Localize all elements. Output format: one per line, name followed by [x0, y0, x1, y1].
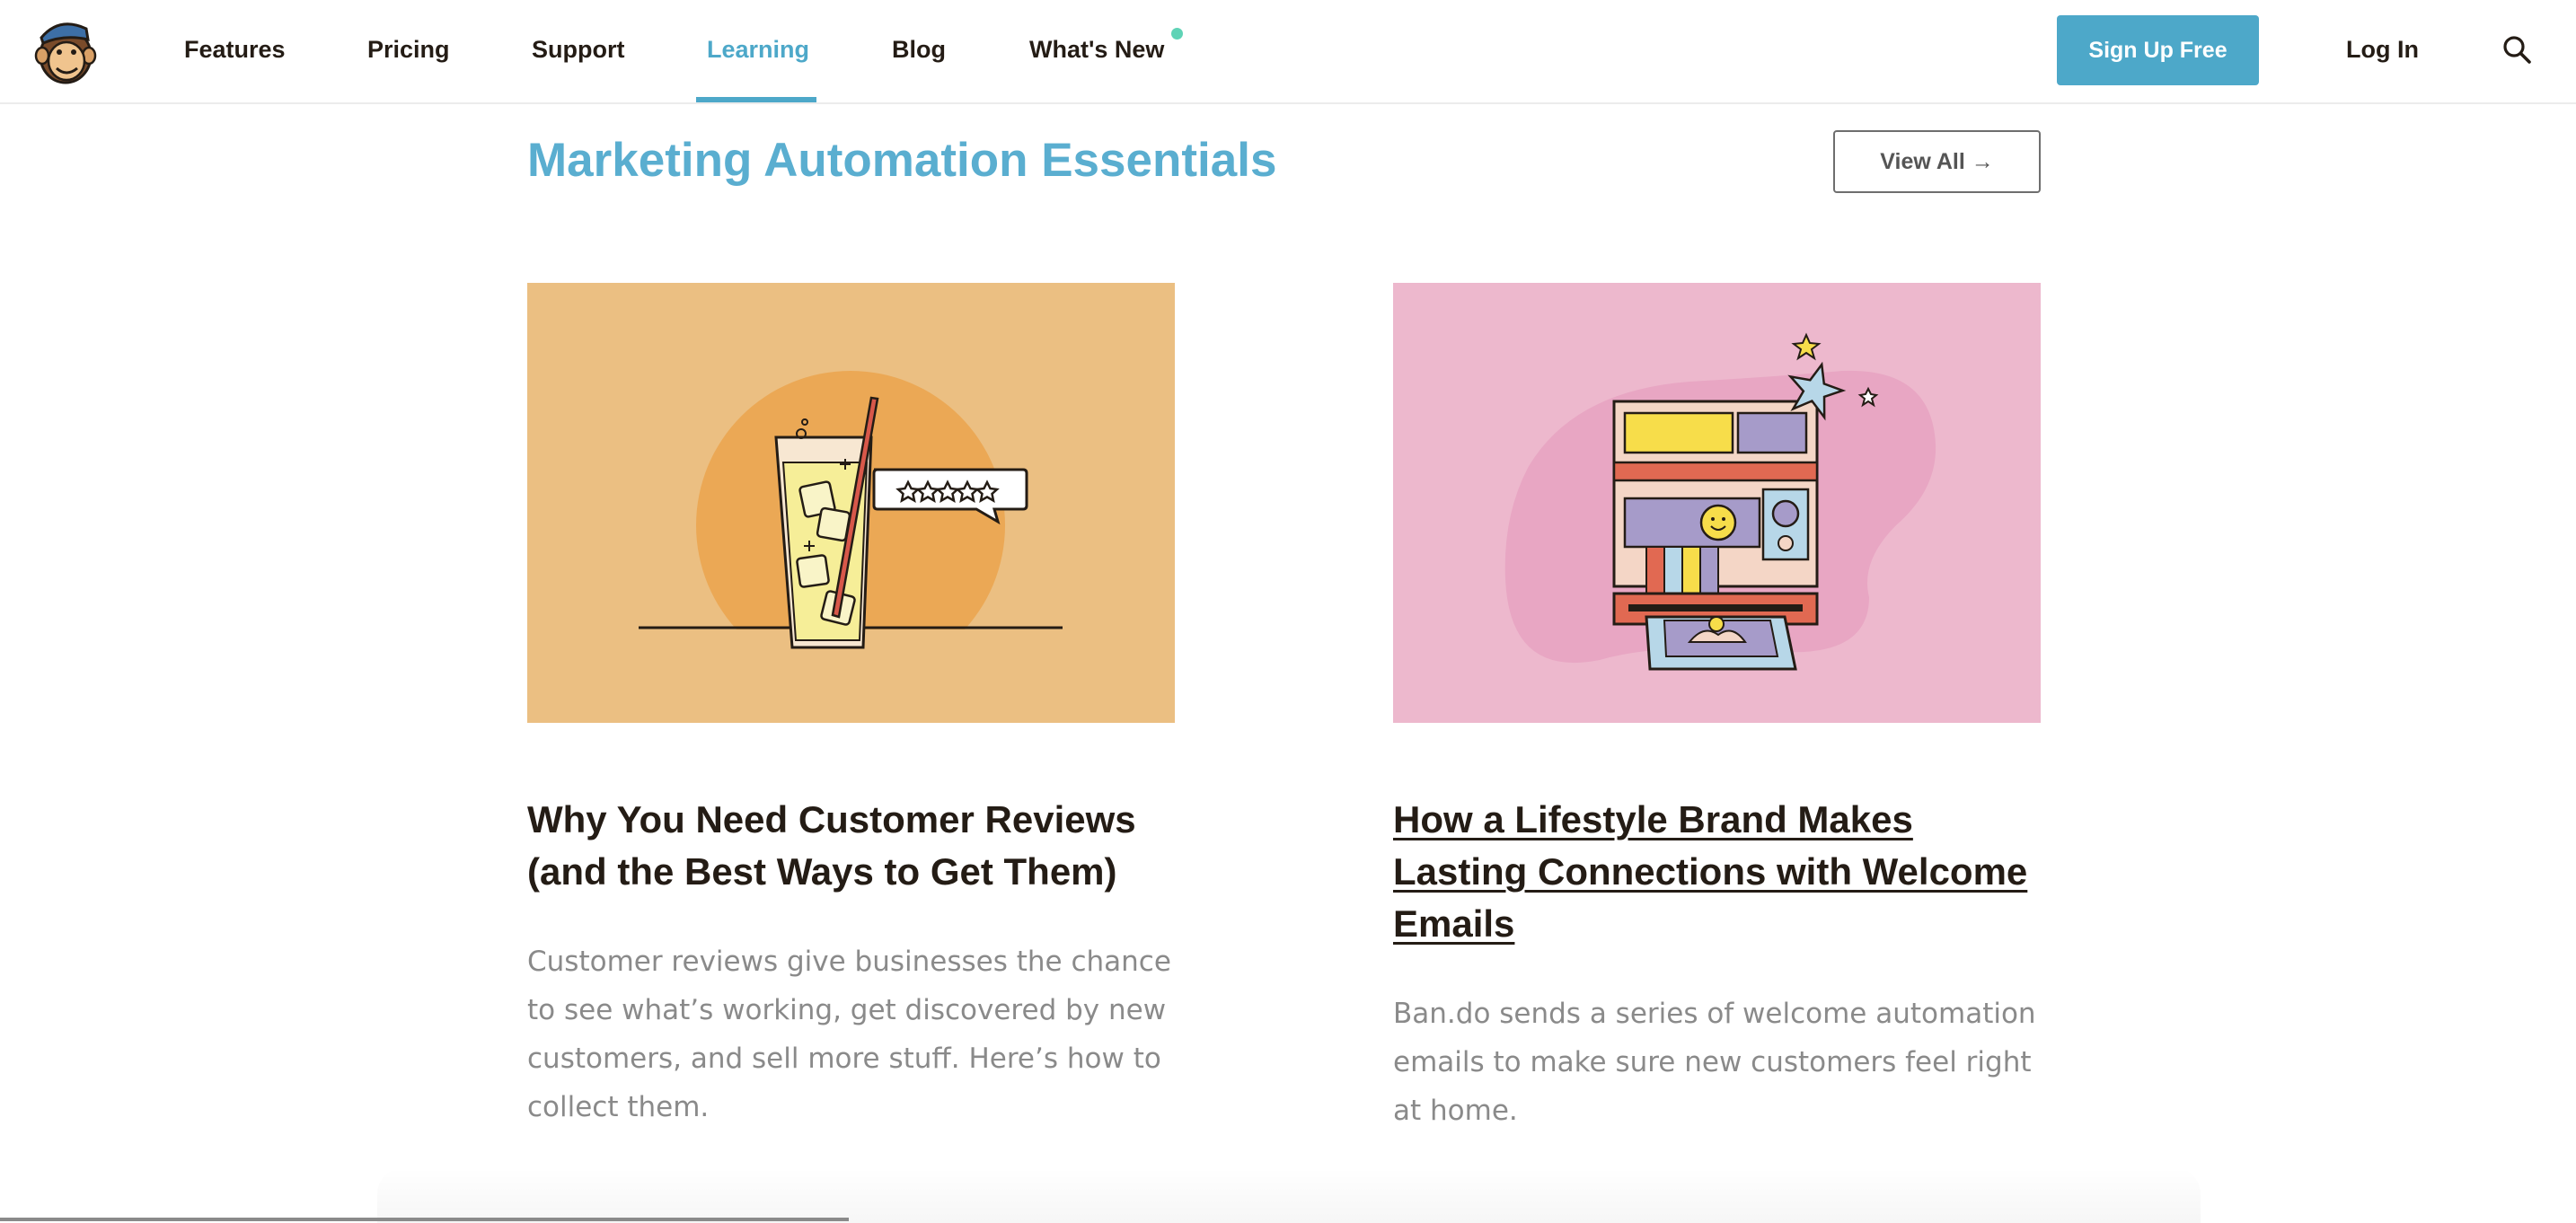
card-image-customer-reviews[interactable] [527, 283, 1175, 723]
card-description-welcome-emails: Ban.do sends a series of welcome automat… [1393, 998, 2036, 1127]
top-navigation: Features Pricing Support Learning Blog W… [0, 0, 2576, 104]
next-section-shadow [377, 1167, 2201, 1223]
instant-camera-printing-photo-illustration [1504, 332, 1936, 671]
view-all-button[interactable]: View All → [1833, 130, 2041, 193]
card-image-welcome-emails[interactable] [1393, 283, 2041, 723]
lemonade-glass-with-review-stars-illustration [527, 371, 1175, 723]
nav-link-learning[interactable]: Learning [707, 0, 809, 102]
nav-link-support[interactable]: Support [532, 0, 624, 102]
card-title-customer-reviews[interactable]: Why You Need Customer Reviews (and the B… [527, 794, 1175, 898]
scroll-progress-bar [0, 1218, 849, 1221]
freddie-monkey-logo-icon[interactable] [32, 14, 99, 84]
nav-link-blog[interactable]: Blog [892, 0, 946, 102]
card-description-customer-reviews: Customer reviews give businesses the cha… [527, 946, 1171, 1123]
new-indicator-dot [1171, 28, 1183, 40]
section-title: Marketing Automation Essentials [527, 134, 1277, 187]
sign-up-button[interactable]: Sign Up Free [2057, 15, 2259, 85]
active-tab-indicator [696, 97, 816, 102]
nav-link-whats-new[interactable]: What's New [1029, 0, 1164, 102]
nav-link-features[interactable]: Features [184, 0, 286, 102]
card-title-welcome-emails[interactable]: How a Lifestyle Brand Makes Lasting Conn… [1393, 794, 2041, 950]
log-in-link[interactable]: Log In [2346, 0, 2419, 102]
search-icon[interactable] [2501, 34, 2532, 65]
nav-link-pricing[interactable]: Pricing [367, 0, 450, 102]
